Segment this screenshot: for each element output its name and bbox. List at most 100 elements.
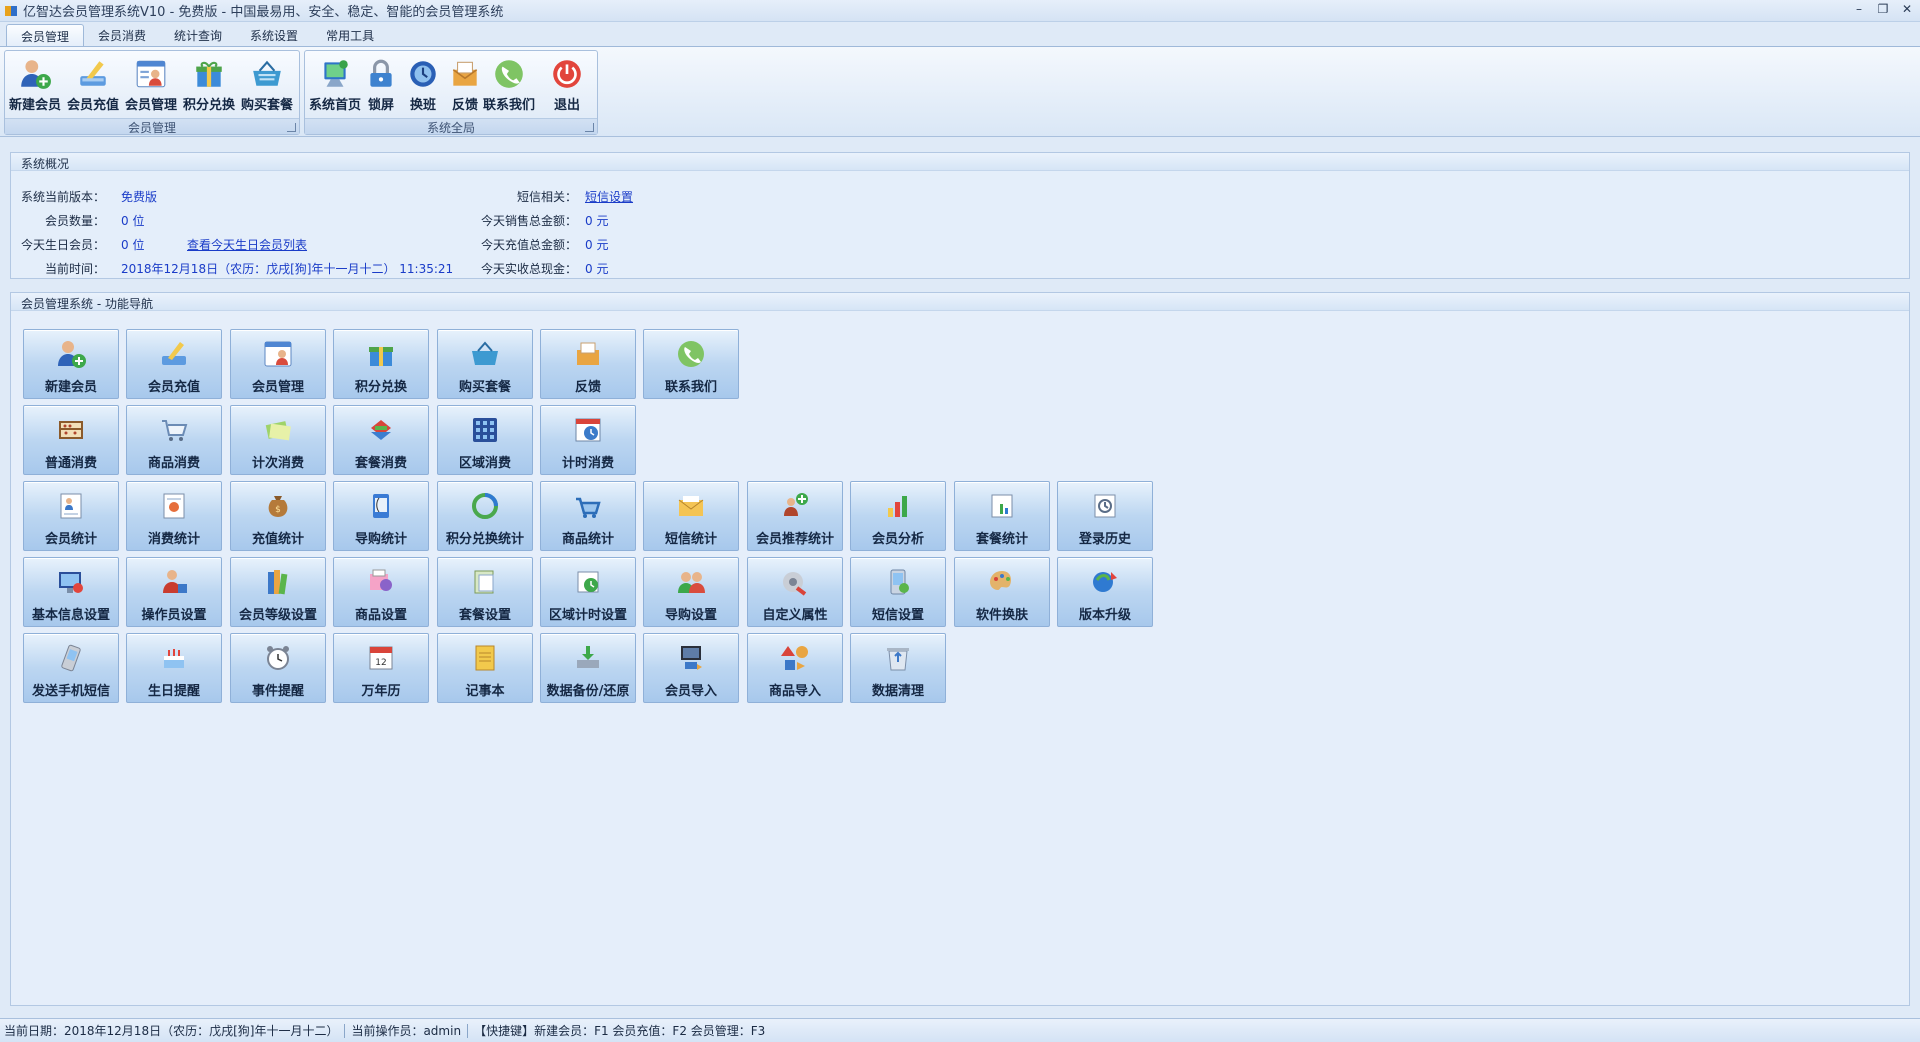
nav-tile-label: 联系我们 — [664, 380, 717, 395]
nav-tile-phone[interactable]: 联系我们 — [643, 329, 739, 399]
ribbon-member-manage-button[interactable]: 会员管理 — [123, 53, 179, 113]
status-operator: 当前操作员：admin — [351, 1024, 462, 1038]
nav-tile-label: 商品消费 — [147, 456, 200, 471]
nav-tile-upgrade[interactable]: 版本升级 — [1057, 557, 1153, 627]
title-bar: 亿智达会员管理系统V10 - 免费版 - 中国最易用、安全、稳定、智能的会员管理… — [0, 0, 1920, 22]
nav-tile-recharge[interactable]: 会员充值 — [126, 329, 222, 399]
nav-tile-calendar[interactable]: 12 万年历 — [333, 633, 429, 703]
nav-tile-guide-stats[interactable]: 导购统计 — [333, 481, 429, 551]
nav-tile-login-history[interactable]: 登录历史 — [1057, 481, 1153, 551]
nav-tile-notepad[interactable]: 记事本 — [437, 633, 533, 703]
package-consume-icon — [371, 420, 391, 440]
ribbon-button-label: 积分兑换 — [182, 98, 235, 113]
basket-icon — [576, 497, 601, 518]
tab-member-management[interactable]: 会员管理 — [6, 24, 85, 46]
tab-statistics[interactable]: 统计查询 — [160, 24, 236, 46]
buy-package-icon — [253, 60, 281, 86]
nav-tile-package-settings[interactable]: 套餐设置 — [437, 557, 533, 627]
money-bag-icon: $ — [268, 496, 288, 517]
ribbon-points-exchange-button[interactable]: 积分兑换 — [181, 53, 237, 113]
nav-tile-area-grid[interactable]: 区域消费 — [437, 405, 533, 475]
nav-tile-label: 商品导入 — [768, 684, 821, 699]
group-launcher-icon[interactable] — [287, 123, 296, 132]
points-exchange-icon — [369, 347, 393, 366]
nav-tile-abacus[interactable]: 普通消费 — [23, 405, 119, 475]
member-import-icon — [681, 646, 702, 670]
nav-tile-palette[interactable]: 软件换肤 — [954, 557, 1050, 627]
ribbon-buy-package-button[interactable]: 购买套餐 — [239, 53, 295, 113]
sms-settings-link[interactable]: 短信设置 — [585, 188, 633, 205]
nav-tile-sms-settings[interactable]: 短信设置 — [850, 557, 946, 627]
login-history-icon — [1094, 494, 1116, 518]
mobile-sms-icon — [61, 644, 81, 672]
nav-tile-package-consume[interactable]: 套餐消费 — [333, 405, 429, 475]
nav-tile-money-bag[interactable]: $ 充值统计 — [230, 481, 326, 551]
window-title: 亿智达会员管理系统V10 - 免费版 - 中国最易用、安全、稳定、智能的会员管理… — [23, 5, 504, 20]
nav-tile-cake[interactable]: 生日提醒 — [126, 633, 222, 703]
nav-tile-books[interactable]: 会员等级设置 — [230, 557, 326, 627]
nav-tile-label: 套餐设置 — [458, 608, 511, 623]
ribbon-contact-button[interactable]: 联系我们 — [481, 53, 537, 113]
tab-member-consumption[interactable]: 会员消费 — [84, 24, 160, 46]
nav-tile-new-member[interactable]: 新建会员 — [23, 329, 119, 399]
birthday-list-link[interactable]: 查看今天生日会员列表 — [187, 236, 307, 253]
tab-common-tools[interactable]: 常用工具 — [312, 24, 388, 46]
nav-tile-label: 会员导入 — [664, 684, 717, 699]
group-launcher-icon[interactable] — [585, 123, 594, 132]
custom-attr-icon — [783, 572, 807, 596]
nav-tile-label: 会员分析 — [871, 532, 924, 547]
close-button[interactable]: ✕ — [1900, 2, 1914, 16]
nav-tile-label: 会员管理 — [251, 380, 304, 395]
nav-tile-bar-chart[interactable]: 会员分析 — [850, 481, 946, 551]
nav-tile-feedback[interactable]: 反馈 — [540, 329, 636, 399]
nav-tile-product-import[interactable]: 商品导入 — [747, 633, 843, 703]
nav-tile-mobile-sms[interactable]: 发送手机短信 — [23, 633, 119, 703]
clock-calendar-icon — [575, 418, 601, 442]
nav-tile-alarm[interactable]: 事件提醒 — [230, 633, 326, 703]
member-count-value: 0 位 — [121, 214, 145, 228]
ribbon-exit-button[interactable]: 退出 — [539, 53, 595, 113]
nav-tile-cart[interactable]: 商品消费 — [126, 405, 222, 475]
nav-tile-refresh-circle[interactable]: 积分兑换统计 — [437, 481, 533, 551]
nav-tile-label: 操作员设置 — [141, 608, 207, 623]
nav-tile-monitor-settings[interactable]: 基本信息设置 — [23, 557, 119, 627]
nav-tile-package-stats[interactable]: 套餐统计 — [954, 481, 1050, 551]
nav-tile-member-stats[interactable]: 会员统计 — [23, 481, 119, 551]
nav-tile-referral[interactable]: 会员推荐统计 — [747, 481, 843, 551]
ribbon-new-member-button[interactable]: 新建会员 — [7, 53, 63, 113]
nav-tile-product-settings[interactable]: 商品设置 — [333, 557, 429, 627]
nav-tile-member-import[interactable]: 会员导入 — [643, 633, 739, 703]
home-icon — [324, 60, 348, 87]
nav-tile-label: 套餐统计 — [975, 532, 1028, 547]
sales-value: 0 元 — [585, 214, 609, 228]
nav-tile-area-timer[interactable]: 区域计时设置 — [540, 557, 636, 627]
nav-tile-consume-stats[interactable]: 消费统计 — [126, 481, 222, 551]
nav-tile-label: 会员统计 — [44, 532, 97, 547]
nav-tile-label: 计时消费 — [561, 456, 614, 471]
buy-package-icon — [472, 341, 498, 365]
area-timer-icon — [577, 571, 599, 593]
recharge-icon — [80, 61, 106, 86]
tab-system-settings[interactable]: 系统设置 — [236, 24, 312, 46]
area-grid-icon — [473, 418, 497, 442]
nav-tile-buy-package[interactable]: 购买套餐 — [437, 329, 533, 399]
nav-tile-backup[interactable]: 数据备份/还原 — [540, 633, 636, 703]
nav-tile-custom-attr[interactable]: 自定义属性 — [747, 557, 843, 627]
nav-tile-label: 商品设置 — [354, 608, 407, 623]
restore-button[interactable]: ❐ — [1876, 2, 1890, 16]
minimize-button[interactable]: – — [1852, 2, 1866, 16]
nav-tile-label: 新建会员 — [44, 380, 97, 395]
ribbon-recharge-button[interactable]: 会员充值 — [65, 53, 121, 113]
nav-tile-basket[interactable]: 商品统计 — [540, 481, 636, 551]
nav-tile-count-consume[interactable]: 计次消费 — [230, 405, 326, 475]
nav-tile-clock-calendar[interactable]: 计时消费 — [540, 405, 636, 475]
nav-tile-label: 会员等级设置 — [238, 608, 317, 623]
nav-tile-guide-settings[interactable]: 导购设置 — [643, 557, 739, 627]
nav-tile-envelope[interactable]: 短信统计 — [643, 481, 739, 551]
nav-tile-member-manage[interactable]: 会员管理 — [230, 329, 326, 399]
nav-tile-operator[interactable]: 操作员设置 — [126, 557, 222, 627]
ribbon-button-label: 反馈 — [451, 98, 478, 113]
nav-tile-recycle-bin[interactable]: 数据清理 — [850, 633, 946, 703]
nav-tile-points-exchange[interactable]: 积分兑换 — [333, 329, 429, 399]
status-separator — [467, 1023, 469, 1038]
